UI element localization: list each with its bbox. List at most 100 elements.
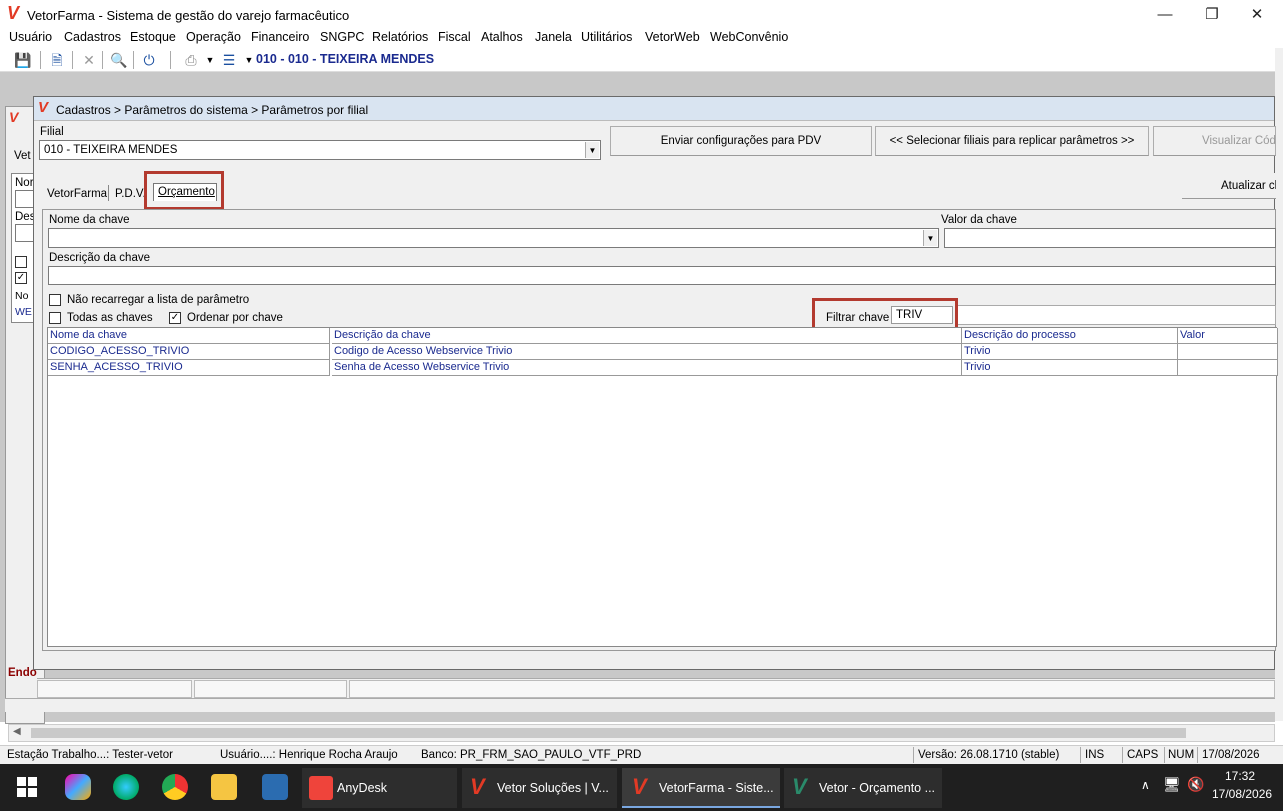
chevron-up-icon[interactable]: ∧ — [1141, 778, 1150, 792]
window-title: VetorFarma - Sistema de gestão do varejo… — [27, 8, 350, 23]
chrome-icon[interactable] — [162, 774, 188, 800]
network-icon[interactable]: 🖥 — [1163, 776, 1181, 793]
scroll-left-icon[interactable]: ◀ — [13, 726, 21, 737]
menu-usuario[interactable]: Usuário — [9, 30, 52, 44]
close-button[interactable]: ✕ — [1237, 4, 1277, 26]
grid-header-descricao[interactable]: Descrição da chave — [332, 328, 962, 344]
menu-relatorios[interactable]: Relatórios — [372, 30, 428, 44]
teams-icon[interactable] — [262, 774, 288, 800]
enviar-pdv-button[interactable]: Enviar configurações para PDV — [610, 126, 872, 156]
windows-start-icon[interactable] — [17, 777, 37, 797]
background-checkbox[interactable] — [15, 256, 27, 268]
taskbar-vetor-solucoes[interactable]: V Vetor Soluções | V... — [462, 768, 617, 808]
status-banco: Banco: PR_FRM_SAO_PAULO_VTF_PRD — [421, 749, 642, 761]
ordenar-chave-checkbox[interactable]: ✓ — [169, 312, 181, 324]
nome-chave-label: Nome da chave — [49, 214, 130, 226]
tab-vetorfarma[interactable]: VetorFarma — [47, 188, 107, 200]
toolbar-separator — [72, 51, 73, 69]
minimize-button[interactable]: — — [1145, 4, 1185, 26]
parametros-grid: Nome da chave Descrição da chave Descriç… — [47, 327, 1278, 647]
menu-atalhos[interactable]: Atalhos — [481, 30, 523, 44]
delete-icon[interactable]: ✕ — [80, 51, 98, 69]
table-row-cell[interactable]: Trivio — [962, 344, 1178, 360]
menu-vetorweb[interactable]: VetorWeb — [645, 30, 700, 44]
tab-orcamento-label: Orçamento — [158, 186, 215, 198]
visualizar-codigo-button[interactable]: Visualizar Códig — [1153, 126, 1276, 156]
table-row-cell[interactable]: SENHA_ACESSO_TRIVIO — [48, 360, 330, 376]
status-separator — [1197, 747, 1198, 763]
status-separator — [1080, 747, 1081, 763]
descricao-chave-input[interactable] — [48, 266, 1276, 285]
list-icon[interactable]: ☰ — [220, 51, 238, 69]
clock-date[interactable]: 17/08/2026 — [1212, 787, 1272, 801]
menu-utilitarios[interactable]: Utilitários — [581, 30, 632, 44]
app-logo-icon: V — [38, 99, 49, 116]
bottom-panel-cell — [194, 680, 347, 698]
valor-chave-input[interactable] — [944, 228, 1276, 248]
grid-header-valor[interactable]: Valor — [1178, 328, 1278, 344]
windows-logo-pane — [28, 788, 37, 797]
new-document-icon[interactable]: 🗎 — [48, 51, 66, 69]
nao-recarregar-checkbox[interactable] — [49, 294, 61, 306]
menu-operacao[interactable]: Operação — [186, 30, 241, 44]
table-row-cell[interactable]: Senha de Acesso Webservice Trivio — [332, 360, 962, 376]
menu-sngpc[interactable]: SNGPC — [320, 30, 364, 44]
descricao-chave-label: Descrição da chave — [49, 252, 150, 264]
menu-cadastros[interactable]: Cadastros — [64, 30, 121, 44]
filial-value: 010 - TEIXEIRA MENDES — [44, 144, 178, 156]
menu-estoque[interactable]: Estoque — [130, 30, 176, 44]
replicar-parametros-button[interactable]: << Selecionar filiais para replicar parâ… — [875, 126, 1149, 156]
chevron-down-icon[interactable]: ▼ — [585, 142, 599, 158]
table-row-cell[interactable]: Codigo de Acesso Webservice Trivio — [332, 344, 962, 360]
nome-chave-select[interactable]: ▼ — [48, 228, 939, 248]
todas-chaves-checkbox[interactable] — [49, 312, 61, 324]
tab-pdv[interactable]: P.D.V. — [115, 188, 146, 200]
filtrar-chave-label: Filtrar chave — [826, 312, 890, 324]
copilot-icon[interactable] — [65, 774, 91, 800]
filial-select[interactable]: 010 - TEIXEIRA MENDES ▼ — [39, 140, 601, 160]
restore-button[interactable]: ❐ — [1192, 4, 1232, 26]
window-titlebar: V VetorFarma - Sistema de gestão do vare… — [0, 0, 1283, 30]
status-num: NUM — [1168, 749, 1195, 761]
status-separator — [913, 747, 914, 763]
chevron-down-icon[interactable]: ▼ — [923, 230, 937, 246]
filtrar-chave-input[interactable]: TRIV — [891, 306, 953, 324]
table-row-cell[interactable] — [1178, 360, 1278, 376]
menu-fiscal[interactable]: Fiscal — [438, 30, 471, 44]
atualizar-button[interactable]: Atualizar cl — [1182, 173, 1276, 199]
menu-financeiro[interactable]: Financeiro — [251, 30, 309, 44]
menu-janela[interactable]: Janela — [535, 30, 572, 44]
power-icon[interactable]: ⏻ — [140, 51, 158, 69]
clock-time[interactable]: 17:32 — [1225, 769, 1255, 783]
search-icon[interactable]: 🔍 — [110, 51, 128, 69]
background-checkbox[interactable]: ✓ — [15, 272, 27, 284]
status-estacao: Estação Trabalho...: Tester-vetor — [7, 749, 173, 761]
menu-webconvenio[interactable]: WebConvênio — [710, 30, 788, 44]
vetor-icon: V — [792, 774, 807, 799]
table-row-cell[interactable]: Trivio — [962, 360, 1178, 376]
chevron-down-icon[interactable]: ▼ — [201, 51, 219, 69]
print-icon[interactable]: ⎙ — [182, 51, 200, 69]
toolbar: 💾 🗎 ✕ 🔍 ⏻ ⎙ ▼ ☰ ▼ 010 - 010 - TEIXEIRA M… — [0, 48, 1283, 72]
todas-chaves-label: Todas as chaves — [67, 312, 153, 324]
bottom-panel — [37, 678, 1275, 698]
filial-label: Filial — [40, 126, 64, 138]
grid-header-nome[interactable]: Nome da chave — [48, 328, 330, 344]
taskbar-vetor-orcamento[interactable]: V Vetor - Orçamento ... — [784, 768, 942, 808]
bottom-panel-cell — [349, 680, 1275, 698]
save-icon[interactable]: 💾 — [14, 51, 32, 69]
tab-separator — [108, 185, 109, 201]
edge-icon[interactable] — [113, 774, 139, 800]
taskbar-anydesk[interactable]: AnyDesk — [302, 768, 457, 808]
table-row-cell[interactable]: CODIGO_ACESSO_TRIVIO — [48, 344, 330, 360]
scrollbar-thumb[interactable] — [31, 728, 1186, 738]
filtro-extra-field — [956, 305, 1276, 325]
tab-orcamento[interactable]: Orçamento — [153, 183, 217, 201]
grid-header-processo[interactable]: Descrição do processo — [962, 328, 1178, 344]
taskbar-vetorfarma[interactable]: V VetorFarma - Siste... — [622, 768, 780, 808]
status-bar: Estação Trabalho...: Tester-vetor Usuári… — [0, 745, 1283, 764]
table-row-cell[interactable] — [1178, 344, 1278, 360]
file-explorer-icon[interactable] — [211, 774, 237, 800]
volume-muted-icon[interactable]: 🔇 — [1187, 776, 1204, 793]
horizontal-scrollbar[interactable]: ◀ — [8, 724, 1275, 742]
